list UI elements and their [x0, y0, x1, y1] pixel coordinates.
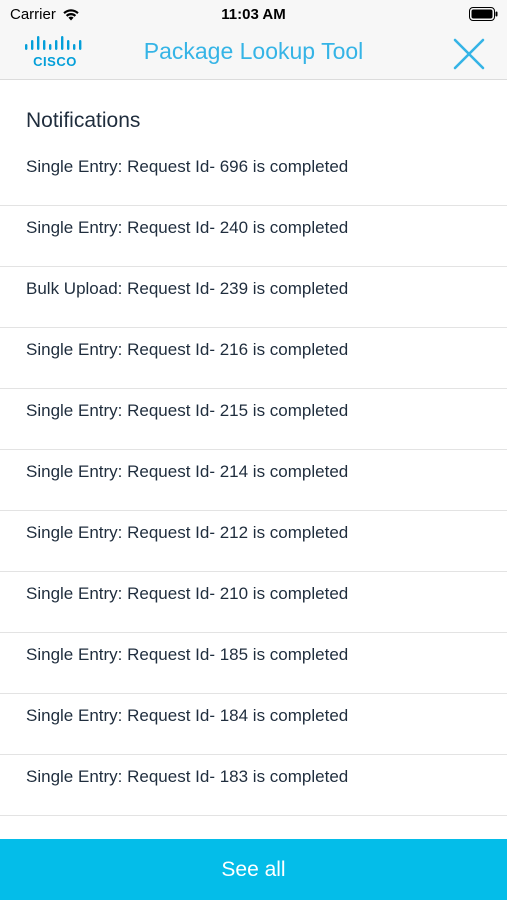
- notification-item[interactable]: Single Entry: Request Id- 216 is complet…: [0, 328, 507, 389]
- notifications-title: Notifications: [26, 109, 141, 132]
- notification-label: Single Entry: Request Id- 212 is complet…: [26, 523, 349, 542]
- notification-label: Single Entry: Request Id- 185 is complet…: [26, 645, 349, 664]
- notifications-list: Single Entry: Request Id- 696 is complet…: [0, 145, 507, 839]
- status-time: 11:03 AM: [221, 6, 286, 23]
- notification-label: Single Entry: Request Id- 214 is complet…: [26, 462, 349, 481]
- notification-item[interactable]: Single Entry: Request Id- 212 is complet…: [0, 511, 507, 572]
- see-all-label: See all: [221, 857, 286, 881]
- logo-wordmark: CISCO: [33, 54, 77, 69]
- notification-item[interactable]: Single Entry: Request Id- 185 is complet…: [0, 633, 507, 694]
- notification-item[interactable]: Single Entry: Request Id- 183 is complet…: [0, 755, 507, 816]
- notification-item[interactable]: Single Entry: Request Id- 214 is complet…: [0, 450, 507, 511]
- notification-item[interactable]: Single Entry: Request Id- 210 is complet…: [0, 572, 507, 633]
- notification-item[interactable]: [0, 816, 507, 839]
- notification-label: Single Entry: Request Id- 215 is complet…: [26, 401, 349, 420]
- notification-label: Bulk Upload: Request Id- 239 is complete…: [26, 279, 349, 298]
- notifications-panel: Notifications Single Entry: Request Id- …: [0, 81, 507, 839]
- notification-label: Single Entry: Request Id- 183 is complet…: [26, 767, 349, 786]
- notification-item[interactable]: Single Entry: Request Id- 184 is complet…: [0, 694, 507, 755]
- battery-icon: [469, 7, 498, 21]
- status-bar: Carrier 11:03 AM: [0, 0, 507, 28]
- notification-label: Single Entry: Request Id- 216 is complet…: [26, 340, 349, 359]
- notification-label: Single Entry: Request Id- 240 is complet…: [26, 218, 349, 237]
- notification-item[interactable]: Bulk Upload: Request Id- 239 is complete…: [0, 267, 507, 328]
- app-title: Package Lookup Tool: [143, 38, 364, 64]
- close-button[interactable]: [451, 36, 487, 72]
- notification-label: Single Entry: Request Id- 184 is complet…: [26, 706, 349, 725]
- see-all-button[interactable]: See all: [0, 839, 507, 900]
- cisco-logo: CISCO: [24, 36, 86, 72]
- notification-label: Single Entry: Request Id- 210 is complet…: [26, 584, 349, 603]
- navigation-bar: CISCO Package Lookup Tool: [0, 28, 507, 80]
- notification-item[interactable]: Single Entry: Request Id- 696 is complet…: [0, 145, 507, 206]
- close-icon[interactable]: [451, 36, 487, 72]
- notification-item[interactable]: Single Entry: Request Id- 240 is complet…: [0, 206, 507, 267]
- notification-label: Single Entry: Request Id- 696 is complet…: [26, 157, 349, 176]
- notification-item[interactable]: Single Entry: Request Id- 215 is complet…: [0, 389, 507, 450]
